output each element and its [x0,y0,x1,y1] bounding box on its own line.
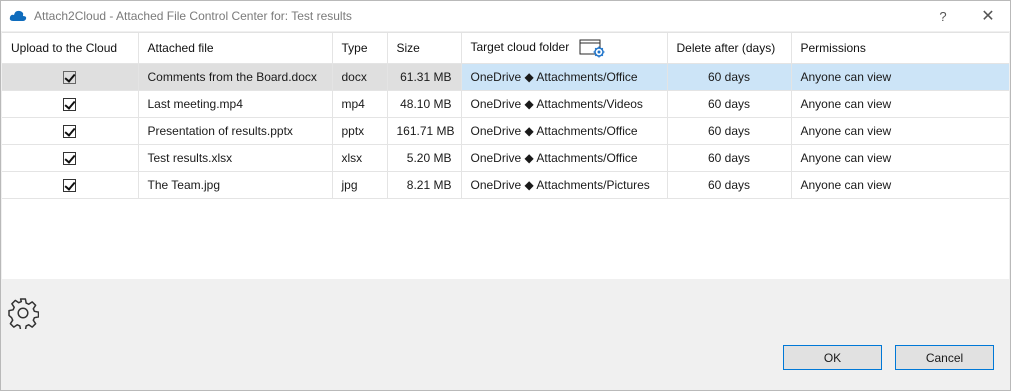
folder-settings-icon[interactable] [579,38,607,58]
folder-cell[interactable]: OneDrive ◆ Attachments/Office [461,63,668,91]
delete-cell[interactable]: 60 days [667,117,792,145]
attachments-table: Upload to the Cloud Attached file Type S… [2,33,1009,199]
permissions-cell[interactable]: Anyone can view [791,90,1009,118]
file-cell: Test results.xlsx [138,144,333,172]
size-cell: 48.10 MB [387,90,462,118]
upload-checkbox[interactable] [63,70,77,84]
table-row[interactable]: Test results.xlsx xlsx 5.20 MB OneDrive … [2,144,1009,172]
permissions-cell[interactable]: Anyone can view [791,117,1009,145]
folder-cell[interactable]: OneDrive ◆ Attachments/Videos [461,90,668,118]
upload-cell [2,63,139,91]
column-header-delete[interactable]: Delete after (days) [667,33,792,64]
delete-cell[interactable]: 60 days [667,171,792,199]
upload-checkbox[interactable] [63,178,77,192]
upload-checkbox[interactable] [63,124,77,138]
type-cell: xlsx [332,144,388,172]
upload-cell [2,117,139,145]
size-cell: 161.71 MB [387,117,462,145]
type-cell: jpg [332,171,388,199]
size-cell: 5.20 MB [387,144,462,172]
column-header-permissions[interactable]: Permissions [791,33,1009,64]
delete-cell[interactable]: 60 days [667,63,792,91]
column-header-file[interactable]: Attached file [138,33,333,64]
permissions-cell[interactable]: Anyone can view [791,171,1009,199]
type-cell: docx [332,63,388,91]
type-cell: mp4 [332,90,388,118]
upload-cell [2,171,139,199]
table-row[interactable]: Last meeting.mp4 mp4 48.10 MB OneDrive ◆… [2,90,1009,118]
upload-checkbox[interactable] [63,97,77,111]
table-row[interactable]: The Team.jpg jpg 8.21 MB OneDrive ◆ Atta… [2,171,1009,199]
cancel-button[interactable]: Cancel [895,345,994,370]
window-title: Attach2Cloud - Attached File Control Cen… [34,9,352,23]
table-row[interactable]: Presentation of results.pptx pptx 161.71… [2,117,1009,145]
size-cell: 61.31 MB [387,63,462,91]
delete-cell[interactable]: 60 days [667,144,792,172]
file-cell: The Team.jpg [138,171,333,199]
delete-cell[interactable]: 60 days [667,90,792,118]
cloud-icon [9,10,27,21]
help-button[interactable]: ? [929,5,957,27]
column-header-folder-label: Target cloud folder [470,39,570,54]
upload-cell [2,144,139,172]
folder-cell[interactable]: OneDrive ◆ Attachments/Pictures [461,171,668,199]
column-header-folder[interactable]: Target cloud folder [461,33,668,64]
close-button[interactable]: ✕ [974,5,1002,27]
file-cell: Comments from the Board.docx [138,63,333,91]
column-header-upload[interactable]: Upload to the Cloud [2,33,139,64]
table-row[interactable]: Comments from the Board.docx docx 61.31 … [2,63,1009,91]
folder-cell[interactable]: OneDrive ◆ Attachments/Office [461,117,668,145]
dialog-window: Attach2Cloud - Attached File Control Cen… [0,0,1011,391]
attachments-grid: Upload to the Cloud Attached file Type S… [2,32,1009,279]
ok-button[interactable]: OK [783,345,882,370]
column-header-type[interactable]: Type [332,33,388,64]
upload-checkbox[interactable] [63,151,77,165]
upload-cell [2,90,139,118]
size-cell: 8.21 MB [387,171,462,199]
folder-cell[interactable]: OneDrive ◆ Attachments/Office [461,144,668,172]
file-cell: Last meeting.mp4 [138,90,333,118]
file-cell: Presentation of results.pptx [138,117,333,145]
header-row: Upload to the Cloud Attached file Type S… [2,33,1009,64]
column-header-size[interactable]: Size [387,33,462,64]
gear-icon[interactable] [7,297,39,329]
type-cell: pptx [332,117,388,145]
permissions-cell[interactable]: Anyone can view [791,144,1009,172]
title-bar: Attach2Cloud - Attached File Control Cen… [1,1,1010,31]
permissions-cell[interactable]: Anyone can view [791,63,1009,91]
